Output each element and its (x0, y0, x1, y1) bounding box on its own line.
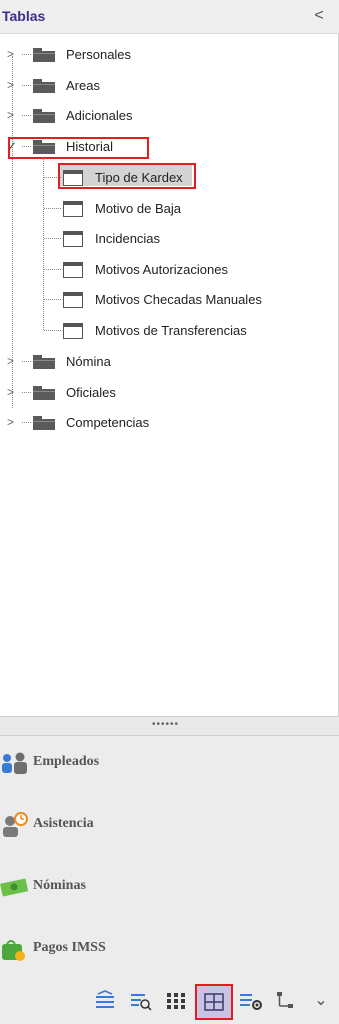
form-icon (63, 323, 83, 339)
tree-item-oficiales[interactable]: > Oficiales (0, 381, 339, 405)
table-view-button[interactable] (195, 984, 233, 1020)
tree-item-nomina[interactable]: > Nómina (0, 350, 339, 374)
tree-item-label: Competencias (66, 415, 150, 430)
tree-item-label: Areas (66, 78, 100, 93)
hierarchy-icon[interactable] (273, 988, 299, 1014)
panel-header: Tablas < (0, 0, 339, 34)
bag-icon (2, 940, 25, 961)
tree-item-label: Nómina (66, 354, 111, 369)
tree-child-label: Motivos de Transferencias (95, 323, 247, 338)
search-list-icon[interactable] (128, 988, 154, 1014)
nav-label: Asistencia (33, 816, 94, 831)
people-icon (2, 752, 27, 774)
grid-settings-icon[interactable] (238, 988, 264, 1014)
tree-child-motivos-de-transferencias[interactable]: Motivos de Transferencias (0, 319, 339, 343)
tree-child-motivos-autorizaciones[interactable]: Motivos Autorizaciones (0, 258, 339, 282)
tree-child-motivo-de-baja[interactable]: Motivo de Baja (0, 197, 339, 221)
form-icon (63, 262, 83, 278)
nav-label: Pagos IMSS (33, 940, 106, 955)
nav-area: Empleados Asistencia Nóminas Pagos IMSS (0, 736, 339, 980)
tree-item-adicionales[interactable]: > Adicionales (0, 104, 339, 128)
folder-icon (33, 48, 55, 62)
expand-icon[interactable]: > (7, 78, 19, 92)
collapse-button[interactable]: < (309, 6, 329, 26)
tree-child-label: Incidencias (95, 231, 161, 246)
folder-icon (33, 386, 55, 400)
tree-child-label: Motivos Checadas Manuales (95, 292, 262, 307)
form-icon (63, 201, 83, 217)
chevron-down-icon[interactable]: ⌄ (308, 990, 334, 1016)
nav-label: Nóminas (33, 878, 86, 893)
list-icon[interactable] (92, 988, 118, 1014)
table-grid-icon (204, 993, 224, 1011)
expand-icon[interactable]: > (7, 415, 19, 429)
expand-icon[interactable]: > (7, 385, 19, 399)
form-icon (63, 292, 83, 308)
folder-icon (33, 355, 55, 369)
tree-item-personales[interactable]: > Personales (0, 43, 339, 67)
money-icon (0, 878, 28, 897)
grid-dots-icon[interactable] (163, 988, 189, 1014)
tree-child-label: Motivos Autorizaciones (95, 262, 228, 277)
splitter-grip: •••••• (152, 719, 180, 730)
tree-item-label: Oficiales (66, 385, 116, 400)
expand-icon[interactable]: > (7, 47, 19, 61)
folder-icon (33, 109, 55, 123)
tree-item-areas[interactable]: > Areas (0, 74, 339, 98)
historial-highlight (8, 137, 149, 159)
expand-icon[interactable]: > (7, 354, 19, 368)
tree-child-label: Motivo de Baja (95, 201, 181, 216)
tree-item-label: Adicionales (66, 108, 133, 123)
tree-item-competencias[interactable]: > Competencias (0, 411, 339, 435)
nav-nominas[interactable]: Nóminas (0, 866, 339, 906)
tree-child-motivos-checadas-manuales[interactable]: Motivos Checadas Manuales (0, 288, 339, 312)
panel-splitter[interactable]: •••••• (0, 716, 339, 736)
kardex-highlight (58, 163, 196, 189)
nav-empleados[interactable]: Empleados (0, 742, 339, 782)
attendance-icon (3, 812, 28, 837)
tree-child-incidencias[interactable]: Incidencias (0, 227, 339, 251)
folder-icon (33, 79, 55, 93)
folder-icon (33, 416, 55, 430)
nav-asistencia[interactable]: Asistencia (0, 804, 339, 844)
expand-icon[interactable]: > (7, 108, 19, 122)
nav-pagos-imss[interactable]: Pagos IMSS (0, 928, 339, 968)
panel-title: Tablas (2, 8, 46, 24)
nav-label: Empleados (33, 754, 100, 769)
tree-panel: > Personales > Areas > Adicionales ✓ His… (0, 34, 339, 716)
form-icon (63, 231, 83, 247)
tree-item-label: Personales (66, 47, 132, 62)
bottom-toolbar: ⌄ (0, 980, 339, 1024)
